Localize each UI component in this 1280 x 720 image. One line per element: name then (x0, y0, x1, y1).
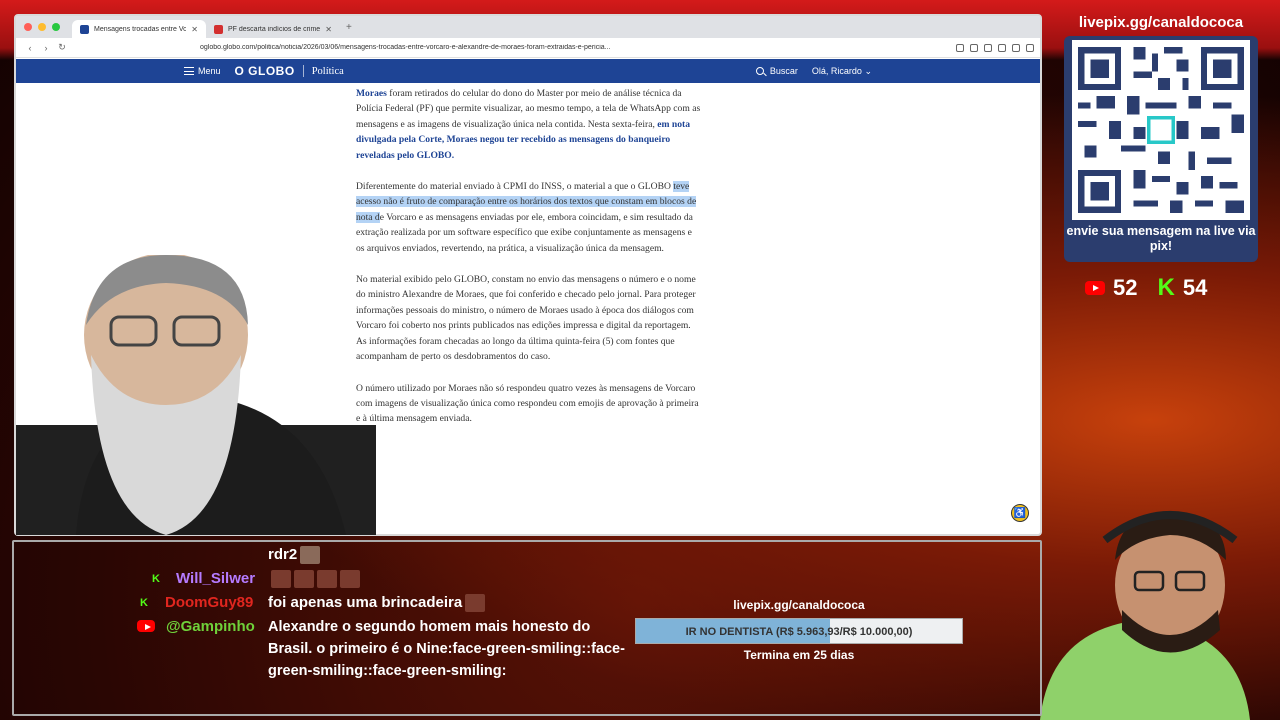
reload-icon[interactable]: ↻ (54, 42, 70, 53)
menu-label: Menu (198, 66, 221, 76)
chat-message: Will_Silwer (176, 570, 255, 587)
url-field[interactable]: oglobo.globo.com/politica/noticia/2026/0… (200, 44, 690, 51)
chat-message-body: foi apenas uma brincadeira (268, 594, 486, 613)
tab-title: PF descarta indícios de crime em (228, 25, 321, 33)
qr-caption: envie sua mensagem na live via pix! (1066, 224, 1256, 253)
goal-progress-bar: IR NO DENTISTA (R$ 5.963,93/R$ 10.000,00… (635, 618, 963, 644)
chat-username: Will_Silwer (176, 570, 256, 587)
chat-text: rdr2 (268, 546, 298, 563)
chat-emotes (268, 570, 360, 589)
extension-icon[interactable] (984, 43, 992, 52)
article-text: Diferentemente do material enviado à CPM… (356, 181, 674, 193)
article-paragraph: O número utilizado por Moraes não só res… (356, 382, 699, 425)
chat-message: rdr2 (268, 546, 321, 565)
kick-viewers: K 54 (1157, 274, 1207, 302)
kick-badge-icon: K (140, 597, 148, 609)
user-menu[interactable]: Olá, Ricardo ⌄ (812, 66, 872, 77)
emote-icon (340, 570, 360, 589)
goal-site: livepix.gg/canaldococa (733, 598, 865, 612)
minimize-window-button[interactable] (38, 23, 46, 31)
address-bar: ‹ › ↻ oglobo.globo.com/politica/noticia/… (16, 38, 1040, 58)
emote-icon (271, 570, 291, 589)
kick-icon: K (1157, 274, 1175, 301)
chat-username: DoomGuy89 (165, 594, 254, 611)
tab-bar: Mensagens trocadas entre Vo ✕ PF descart… (16, 16, 1040, 38)
chat-text: foi apenas uma brincadeira (268, 594, 463, 611)
globo-favicon-icon (80, 24, 89, 34)
chat-text: Alexandre o segundo homem mais honesto d… (268, 619, 625, 679)
pix-url-title: livepix.gg/canaldococa (1078, 14, 1244, 31)
kick-badge-icon: K (152, 573, 160, 585)
article-paragraph: Moraes foram retirados do celular do don… (356, 86, 701, 163)
qr-panel: envie sua mensagem na live via pix! (1064, 36, 1258, 262)
window-controls (16, 23, 72, 31)
article-body: Moraes foram retirados do celular do don… (356, 86, 701, 443)
search-icon (755, 67, 764, 75)
emote-icon (300, 546, 321, 565)
youtube-count: 52 (1113, 275, 1138, 300)
goal-ends: Termina em 25 dias (743, 648, 855, 662)
section-link[interactable]: Política (312, 66, 344, 77)
goal-label: IR NO DENTISTA (R$ 5.963,93/R$ 10.000,00… (685, 626, 913, 638)
close-tab-icon[interactable]: ✕ (325, 25, 332, 34)
emote-icon (294, 570, 314, 589)
gmail-favicon-icon (214, 24, 223, 34)
maximize-window-button[interactable] (52, 23, 60, 31)
close-window-button[interactable] (24, 23, 32, 31)
emote-icon (465, 594, 486, 613)
extension-icon[interactable] (1012, 43, 1020, 52)
tab-pf-descarta[interactable]: PF descarta indícios de crime em ✕ (206, 20, 340, 38)
search-button[interactable]: Buscar (755, 66, 798, 76)
header-divider (302, 65, 304, 77)
extension-icon[interactable] (956, 43, 964, 52)
extension-icon[interactable] (998, 43, 1006, 52)
chat-message: DoomGuy89 (165, 594, 253, 611)
youtube-badge-icon (137, 620, 155, 632)
webcam-host (16, 255, 376, 535)
tab-mensagens[interactable]: Mensagens trocadas entre Vo ✕ (72, 20, 206, 38)
search-label: Buscar (769, 66, 798, 76)
chat-username: @Gampinho (166, 618, 255, 635)
site-logo[interactable]: O GLOBO (235, 64, 295, 78)
extension-icon[interactable] (1026, 43, 1034, 52)
extension-icon[interactable] (970, 43, 978, 52)
forward-arrow-icon[interactable]: › (38, 43, 54, 53)
youtube-viewers: 52 (1085, 274, 1137, 302)
viewer-counters: 52 K 54 (1085, 274, 1207, 302)
article-text: e Vorcaro e as mensagens enviadas por el… (356, 211, 693, 254)
new-tab-icon[interactable]: + (340, 22, 352, 33)
article-paragraph: No material exibido pelo GLOBO, constam … (356, 274, 696, 363)
youtube-icon (1085, 281, 1105, 295)
user-label: Olá, Ricardo (811, 65, 862, 76)
kick-count: 54 (1182, 275, 1208, 300)
close-tab-icon[interactable]: ✕ (191, 25, 198, 34)
webcam-streamer (1040, 511, 1250, 720)
article-paragraph: Diferentemente do material enviado à CPM… (356, 179, 701, 256)
qr-code-icon (1072, 40, 1250, 220)
menu-button[interactable]: Menu (184, 66, 221, 76)
hamburger-icon (184, 67, 194, 75)
site-header: Menu O GLOBO Política Buscar Olá, Ricard… (16, 59, 1040, 83)
article-text: foram retirados do celular do dono do Ma… (356, 88, 701, 130)
article-link[interactable]: Moraes (356, 88, 387, 99)
tab-title: Mensagens trocadas entre Vo (94, 25, 187, 33)
back-arrow-icon[interactable]: ‹ (22, 43, 38, 53)
extensions-toolbar (956, 43, 1040, 52)
chat-message: @Gampinho (166, 618, 255, 635)
emote-icon (317, 570, 337, 589)
